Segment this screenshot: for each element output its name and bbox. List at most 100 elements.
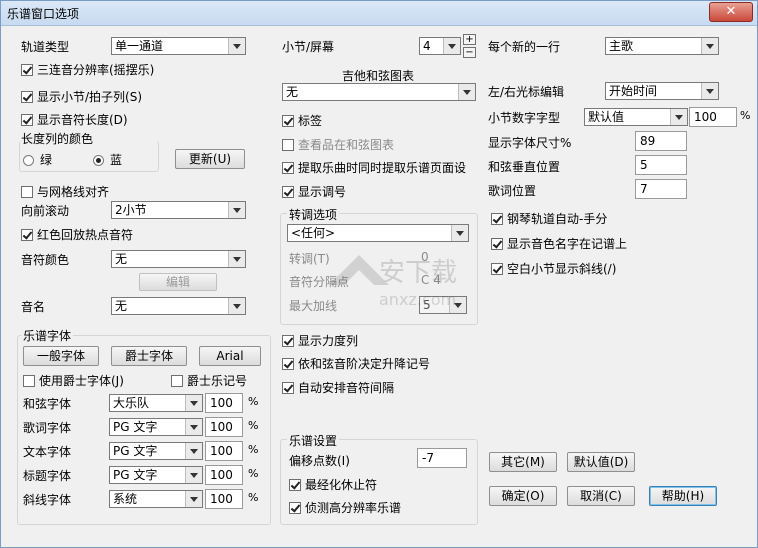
- lyric-position-input[interactable]: 7: [635, 179, 687, 199]
- note-name-label: 音名: [21, 300, 46, 314]
- font-row-select[interactable]: 大乐队: [109, 394, 203, 412]
- show-key-checkbox[interactable]: 显示调号: [282, 183, 346, 199]
- font-row-label: 文本字体: [23, 445, 72, 459]
- font-row-size-input[interactable]: 100: [205, 417, 243, 437]
- guitar-chord-select[interactable]: 无: [282, 83, 476, 101]
- font-row-unit: %: [248, 443, 259, 456]
- guitar-chord-label: 吉他和弦图表: [342, 69, 415, 83]
- chevron-down-icon: [228, 251, 245, 267]
- bar-number-unit: %: [740, 109, 751, 122]
- cursor-edit-value: 开始时间: [609, 84, 658, 98]
- chord-vertical-input[interactable]: 5: [635, 155, 687, 175]
- offset-label: 偏移点数(I): [289, 454, 350, 468]
- split-point-label: 音符分隔点: [289, 275, 350, 289]
- view-chord-checkbox[interactable]: 查看品在和弦图表: [282, 136, 394, 152]
- font-row-size-input[interactable]: 100: [205, 489, 243, 509]
- track-type-value: 单一通道: [115, 39, 164, 53]
- font-row-value: 系统: [113, 492, 138, 506]
- triplet-checkbox[interactable]: 三连音分辨率(摇摆乐): [21, 61, 154, 77]
- cancel-button[interactable]: 取消(C): [567, 486, 635, 506]
- decrement-button[interactable]: −: [463, 47, 476, 58]
- use-jazz-font-label: 使用爵士字体(J): [39, 374, 124, 388]
- font-row-select[interactable]: 系统: [109, 490, 203, 508]
- red-playback-checkbox[interactable]: 红色回放热点音符: [21, 226, 133, 242]
- note-name-select[interactable]: 无: [111, 297, 246, 315]
- jazz-font-button[interactable]: 爵士字体: [111, 346, 187, 366]
- extract-page-label: 提取乐曲时同时提取乐谱页面设: [298, 161, 467, 175]
- ok-button[interactable]: 确定(O): [489, 486, 557, 506]
- sharps-flats-label: 依和弦音阶决定升降记号: [298, 357, 431, 371]
- grid-align-label: 与网格线对齐: [37, 185, 110, 199]
- checkmark-icon: [21, 91, 33, 103]
- other-button[interactable]: 其它(M): [489, 452, 557, 472]
- track-type-select[interactable]: 单一通道: [111, 37, 246, 55]
- checkmark-icon: [21, 114, 33, 126]
- bar-number-font-value: 默认值: [588, 110, 625, 124]
- piano-auto-checkbox[interactable]: 钢琴轨道自动-手分: [491, 210, 607, 226]
- empty-bar-slash-checkbox[interactable]: 空白小节显示斜线(/): [491, 260, 616, 276]
- checkmark-icon: [282, 186, 294, 198]
- font-row-size-input[interactable]: 100: [205, 441, 243, 461]
- general-font-button[interactable]: 一般字体: [23, 346, 99, 366]
- use-jazz-font-checkbox[interactable]: 使用爵士字体(J): [23, 372, 124, 388]
- jazz-symbols-checkbox[interactable]: 爵士乐记号: [171, 372, 247, 388]
- bar-number-font-label: 小节数字字型: [488, 111, 561, 125]
- checkbox-icon: [171, 375, 183, 387]
- font-row-select[interactable]: PG 文字: [109, 466, 203, 484]
- transpose-select[interactable]: <任何>: [287, 224, 469, 242]
- sharps-flats-checkbox[interactable]: 依和弦音阶决定升降记号: [282, 355, 430, 371]
- increment-button[interactable]: +: [463, 34, 476, 45]
- new-line-label: 每个新的一行: [488, 40, 561, 54]
- chevron-down-icon: [185, 419, 202, 435]
- max-ledger-select[interactable]: 5: [419, 296, 467, 314]
- new-line-select[interactable]: 主歌: [605, 37, 719, 55]
- show-color-names-label: 显示音色名字在记谱上: [507, 237, 628, 251]
- font-row-size-input[interactable]: 100: [205, 393, 243, 413]
- extract-page-checkbox[interactable]: 提取乐曲时同时提取乐谱页面设: [282, 159, 476, 175]
- show-note-length-checkbox[interactable]: 显示音符长度(D): [21, 111, 128, 127]
- minimize-rests-checkbox[interactable]: 最经化休止符: [289, 476, 377, 492]
- bar-number-font-select[interactable]: 默认值: [584, 108, 688, 126]
- close-button[interactable]: ✕: [709, 2, 753, 22]
- forward-scroll-select[interactable]: 2小节: [111, 201, 246, 219]
- arial-font-button[interactable]: Arial: [199, 346, 261, 366]
- chevron-down-icon: [701, 38, 718, 54]
- red-playback-label: 红色回放热点音符: [37, 228, 134, 242]
- radio-blue[interactable]: 蓝: [93, 151, 122, 168]
- bar-number-size-input[interactable]: 100: [689, 107, 737, 127]
- font-row-select[interactable]: PG 文字: [109, 442, 203, 460]
- cursor-edit-select[interactable]: 开始时间: [605, 82, 719, 100]
- update-button[interactable]: 更新(U): [175, 149, 245, 169]
- detect-hires-checkbox[interactable]: 侦测高分辨率乐谱: [289, 499, 401, 515]
- chevron-down-icon: [451, 225, 468, 241]
- font-row-select[interactable]: PG 文字: [109, 418, 203, 436]
- transpose-number: 0: [421, 250, 429, 264]
- note-color-select[interactable]: 无: [111, 250, 246, 268]
- show-color-names-checkbox[interactable]: 显示音色名字在记谱上: [491, 235, 627, 251]
- grid-align-checkbox[interactable]: 与网格线对齐: [21, 183, 109, 199]
- show-bar-beat-checkbox[interactable]: 显示小节/拍子列(S): [21, 88, 142, 104]
- default-button[interactable]: 默认值(D): [567, 452, 635, 472]
- chevron-down-icon: [449, 297, 466, 313]
- detect-hires-label: 侦测高分辨率乐谱: [305, 501, 402, 515]
- transpose-value: <任何>: [291, 226, 336, 240]
- guitar-chord-value: 无: [286, 85, 299, 99]
- bars-per-screen-select[interactable]: 4: [419, 37, 461, 55]
- font-row-size-input[interactable]: 100: [205, 465, 243, 485]
- display-font-size-input[interactable]: 89: [635, 131, 687, 151]
- chevron-down-icon: [458, 84, 475, 100]
- chevron-down-icon: [185, 491, 202, 507]
- tab-checkbox[interactable]: 标签: [282, 112, 322, 128]
- help-button[interactable]: 帮助(H): [649, 486, 717, 506]
- checkmark-icon: [282, 335, 294, 347]
- cursor-edit-label: 左/右光标编辑: [488, 85, 565, 99]
- radio-green[interactable]: 绿: [23, 151, 52, 168]
- auto-spacing-checkbox[interactable]: 自动安排音符间隔: [282, 379, 394, 395]
- max-ledger-label: 最大加线: [289, 299, 338, 313]
- transpose-group-label: 转调选项: [287, 206, 340, 223]
- offset-input[interactable]: -7: [417, 448, 467, 468]
- edit-button[interactable]: 编辑: [139, 273, 217, 291]
- checkmark-icon: [491, 238, 503, 250]
- checkmark-icon: [282, 382, 294, 394]
- show-dynamics-checkbox[interactable]: 显示力度列: [282, 332, 358, 348]
